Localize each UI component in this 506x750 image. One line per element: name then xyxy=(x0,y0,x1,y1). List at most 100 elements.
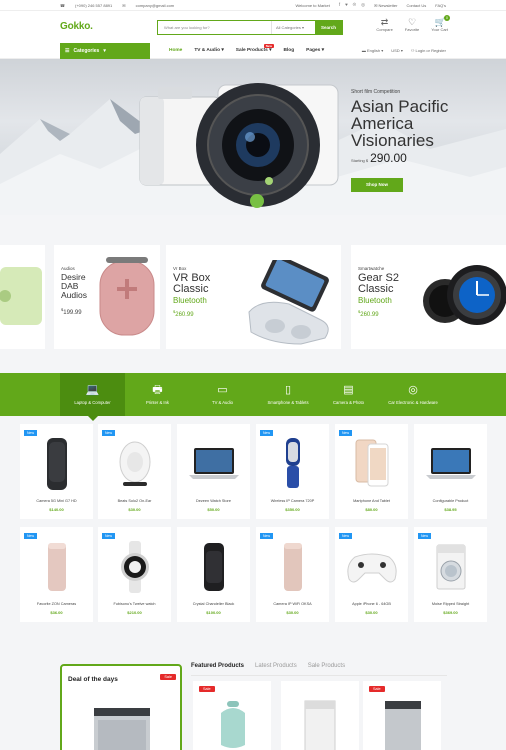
product-name[interactable]: Dezeen Watch Store xyxy=(177,499,250,503)
product-card[interactable]: New Favorite ZON Cameras $36.00 xyxy=(20,527,93,622)
favorite-label: Favorite xyxy=(404,27,420,32)
nav-item-pages[interactable]: Pages ▾ xyxy=(306,48,324,53)
egg-speaker-image xyxy=(119,441,150,486)
compare-label: Compare xyxy=(376,27,393,32)
hero-banner: Short film Competition Asian Pacific Ame… xyxy=(0,59,506,215)
nav-item-sale-products[interactable]: Sale Products ▾ New xyxy=(235,44,274,53)
search-button[interactable]: Search xyxy=(315,21,342,34)
categories-label: Categories xyxy=(73,48,100,54)
favorite-button[interactable]: ♡ Favorite xyxy=(405,17,419,32)
camera-icon: ▤ xyxy=(343,383,354,396)
product-tabs: Featured Products Latest Products Sale P… xyxy=(191,663,345,669)
product-name[interactable]: Martphone And Tablet xyxy=(335,499,408,503)
promo-card-smartwatch[interactable]: Smartwatche Gear S2 Classic Bluetooth $2… xyxy=(351,245,506,349)
product-card[interactable]: New Beats Solo2 On-Ear $30.00 xyxy=(98,424,171,519)
laptop-image xyxy=(188,448,239,479)
product-card[interactable]: Configurable Product $38.95 xyxy=(414,424,487,519)
tab-car-electronic[interactable]: ◎ Car Electronic & Hardware xyxy=(376,373,450,416)
language-label: English xyxy=(367,48,381,53)
twitter-icon[interactable]: ♥ xyxy=(345,2,348,8)
promo-subtitle: Vr Box xyxy=(173,266,187,271)
nav-item-tv-audio-label: TV & Audio xyxy=(194,48,220,53)
speaker-image xyxy=(0,267,42,325)
product-card[interactable]: New Camera IP WiFi OKSA $30.00 xyxy=(256,527,329,622)
product-price: $30.00 xyxy=(365,610,378,615)
product-name[interactable]: Configurable Product xyxy=(414,499,487,503)
cart-label: Your Cart xyxy=(431,27,448,32)
product-name[interactable]: Fubisonu's Twelve watch xyxy=(98,602,171,606)
promo-subtitle-2: Bluetooth xyxy=(358,296,392,305)
product-name[interactable]: Camera IP WiFi OKSA xyxy=(256,602,329,606)
hero-text: Short film Competition Asian Pacific Ame… xyxy=(351,89,476,165)
washer-image xyxy=(304,700,336,750)
promo-title: VR Box Classic xyxy=(173,272,211,295)
categories-button[interactable]: ☰ Categories ▾ xyxy=(60,43,150,59)
product-card[interactable]: New Martphone And Tablet $80.00 xyxy=(335,424,408,519)
product-price: $210.00 xyxy=(127,610,142,615)
tab-smartphone-tablets[interactable]: ▯ Smartphone & Tablets xyxy=(255,373,321,416)
nav-item-blog[interactable]: Blog xyxy=(284,48,295,53)
tab-sale-products[interactable]: Sale Products xyxy=(308,663,345,669)
decor-dot xyxy=(250,194,264,208)
newsletter-label: Newsletter xyxy=(378,2,398,8)
featured-product-card[interactable]: Sale xyxy=(193,681,271,750)
product-price: $30.00 xyxy=(286,610,299,615)
promo-card-vr-box[interactable]: Vr Box VR Box Classic Bluetooth $260.99 xyxy=(166,245,341,349)
compare-button[interactable]: ⇄ Compare xyxy=(376,17,392,32)
smartphone-icon: ▯ xyxy=(284,383,292,396)
laptop-image xyxy=(425,448,476,479)
product-card[interactable]: New Apple iPhone 6 - 64GB $30.00 xyxy=(335,527,408,622)
newsletter-link[interactable]: ✉ Newsletter xyxy=(374,3,397,8)
product-card[interactable]: New Wireless IP Camera 720P $350.00 xyxy=(256,424,329,519)
hero-button-wrap: Shop Now xyxy=(351,173,403,192)
tab-printer-ink[interactable]: 🖶 Printer & Ink xyxy=(125,373,190,416)
product-price: $80.00 xyxy=(365,507,378,512)
nav-item-tv-audio[interactable]: TV & Audio ▾ xyxy=(194,48,223,53)
hero-kicker: Short film Competition xyxy=(351,89,401,95)
smartwatch-image xyxy=(423,265,506,325)
tabs-divider xyxy=(191,675,447,676)
product-card[interactable]: New Moise Ripped Straight $369.00 xyxy=(414,527,487,622)
tab-featured-products[interactable]: Featured Products xyxy=(191,663,244,669)
facebook-icon[interactable]: f xyxy=(339,2,340,8)
nav-item-home[interactable]: Home xyxy=(169,48,182,53)
faq-link[interactable]: FAQ's xyxy=(435,3,446,8)
tab-tv-audio[interactable]: ▭ TV & Audio xyxy=(190,373,255,416)
shop-now-button[interactable]: Shop Now xyxy=(351,178,403,192)
cart-button[interactable]: 🛒 0 Your Cart xyxy=(431,15,450,32)
tab-label: TV & Audio xyxy=(212,399,233,405)
featured-product-card[interactable]: Sale xyxy=(363,681,441,750)
account-link[interactable]: ⚇ Login or Register xyxy=(411,48,446,53)
product-name[interactable]: Favorite ZON Cameras xyxy=(20,602,93,606)
search-category-label: All Categories xyxy=(276,25,301,30)
product-card[interactable]: New Camera 5G Mini G7 HD $140.00 xyxy=(20,424,93,519)
featured-product-card[interactable] xyxy=(281,681,359,750)
tab-latest-products[interactable]: Latest Products xyxy=(255,663,297,669)
product-price: $140.00 xyxy=(49,507,64,512)
product-card[interactable]: Dezeen Watch Store $50.00 xyxy=(177,424,250,519)
sale-badge: Sale xyxy=(160,674,176,680)
tab-laptop-computer[interactable]: 💻 Laptop & Computer xyxy=(60,373,125,421)
product-name[interactable]: Crystal Chandelier Black xyxy=(177,602,250,606)
laptop-icon: 💻 xyxy=(85,383,100,396)
product-name[interactable]: Wireless IP Camera 720P xyxy=(256,499,329,503)
product-name[interactable]: Camera 5G Mini G7 HD xyxy=(20,499,93,503)
product-name[interactable]: Apple iPhone 6 - 64GB xyxy=(335,602,408,606)
instagram-icon[interactable]: ◎ xyxy=(361,2,365,8)
tab-camera-photo[interactable]: ▤ Camera & Photo xyxy=(321,373,376,416)
nav-item-sale-label: Sale Products xyxy=(235,48,268,53)
search-category-select[interactable]: All Categories ▾ xyxy=(271,21,315,34)
product-name[interactable]: Beats Solo2 On-Ear xyxy=(98,499,171,503)
promo-card-partial[interactable] xyxy=(0,245,45,349)
product-price: $100.00 xyxy=(206,610,221,615)
promo-card-audios[interactable]: Audios Desire DAB Audios $199.99 xyxy=(54,245,160,349)
product-card[interactable]: New Fubisonu's Twelve watch $210.00 xyxy=(98,527,171,622)
product-name[interactable]: Moise Ripped Straight xyxy=(414,602,487,606)
pinterest-icon[interactable]: ℗ xyxy=(353,2,356,8)
language-select[interactable]: ▬ English ▾ xyxy=(362,48,383,53)
product-card[interactable]: Crystal Chandelier Black $100.00 xyxy=(177,527,250,622)
logo[interactable]: Gokko. xyxy=(60,21,93,32)
search-input[interactable]: What are you looking for? xyxy=(158,21,271,34)
contact-link[interactable]: Contact Us xyxy=(406,3,426,8)
currency-select[interactable]: USD ▾ xyxy=(391,48,403,53)
